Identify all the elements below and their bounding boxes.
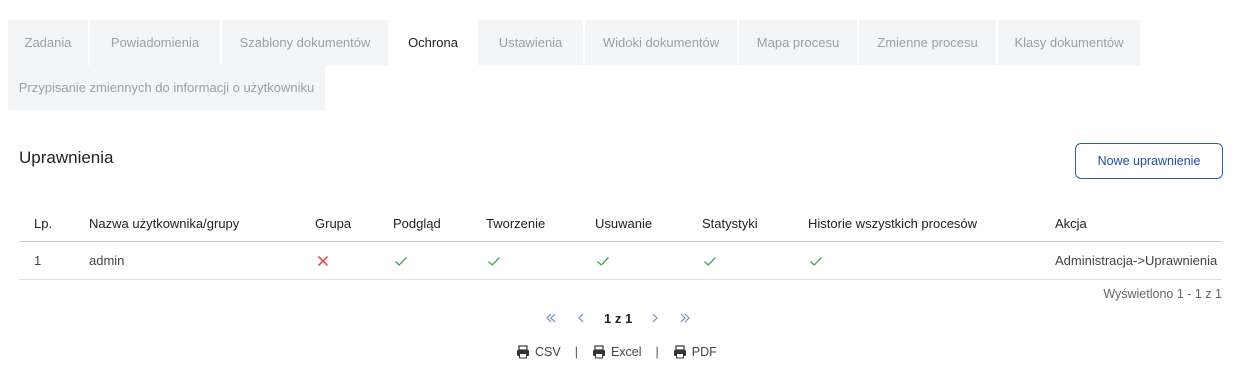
- printer-icon: [517, 345, 529, 359]
- export-pdf-link[interactable]: PDF: [673, 345, 717, 359]
- tab-klasy-dokumentów[interactable]: Klasy dokumentów: [998, 20, 1140, 65]
- printer-icon: [673, 345, 686, 359]
- tworzenie-check-icon: [486, 242, 502, 279]
- chevron-left-icon[interactable]: [570, 311, 592, 325]
- double-chevron-right-icon[interactable]: [674, 311, 696, 325]
- statystyki-check-icon: [702, 242, 718, 279]
- grupa-cross-icon: [315, 242, 331, 279]
- tab-przypisanie-zmiennych-do-informacji-o-użytkowniku[interactable]: Przypisanie zmiennych do informacji o uż…: [8, 65, 325, 110]
- tab-mapa-procesu[interactable]: Mapa procesu: [739, 20, 857, 65]
- export-pdf-label: PDF: [691, 345, 717, 359]
- tab-powiadomienia[interactable]: Powiadomienia: [90, 20, 220, 65]
- cell-akcja: Administracja->Uprawnienia: [1055, 253, 1218, 268]
- section-title: Uprawnienia: [19, 148, 114, 167]
- export-separator: |: [574, 345, 578, 359]
- export-csv-label: CSV: [535, 345, 561, 359]
- header-grupa[interactable]: Grupa: [315, 205, 351, 241]
- permissions-table: Lp. Nazwa użytkownika/grupy Grupa Podglą…: [19, 205, 1222, 280]
- tab-row-1: Zadania Powiadomienia Szablony dokumentów O…: [8, 20, 1144, 65]
- export-excel-label: Excel: [610, 345, 642, 359]
- tab-szablony-dokumentów[interactable]: Szablony dokumentów: [222, 20, 388, 65]
- tab-ustawienia[interactable]: Ustawienia: [478, 20, 583, 65]
- tab-bar: Zadania Powiadomienia Szablony dokumentów O…: [8, 20, 1144, 110]
- table-header: Lp. Nazwa użytkownika/grupy Grupa Podglą…: [19, 205, 1222, 242]
- new-permission-button[interactable]: Nowe uprawnienie: [1075, 143, 1223, 179]
- table-row: 1 admin Administracja->Uprawnienia: [19, 242, 1222, 280]
- header-statystyki[interactable]: Statystyki: [702, 205, 758, 241]
- export-excel-link[interactable]: Excel: [592, 345, 642, 359]
- tab-ochrona[interactable]: Ochrona: [390, 20, 476, 65]
- header-tworzenie[interactable]: Tworzenie: [486, 205, 545, 241]
- header-historie[interactable]: Historie wszystkich procesów: [808, 205, 977, 241]
- podglad-check-icon: [393, 242, 409, 279]
- usuwanie-check-icon: [595, 242, 611, 279]
- results-count: Wyświetlono 1 - 1 z 1: [1103, 287, 1222, 301]
- printer-icon: [592, 345, 605, 359]
- tab-row-2: Przypisanie zmiennych do informacji o uż…: [8, 65, 1144, 110]
- table-body: 1 admin Administracja->Uprawnienia: [19, 242, 1222, 280]
- tab-widoki-dokumentów[interactable]: Widoki dokumentów: [585, 20, 737, 65]
- tab-zadania[interactable]: Zadania: [8, 20, 88, 65]
- historie-check-icon: [808, 242, 824, 279]
- cell-name: admin: [89, 253, 125, 268]
- export-separator: |: [655, 345, 659, 359]
- page-info: 1 z 1: [604, 310, 633, 326]
- header-name[interactable]: Nazwa użytkownika/grupy: [89, 205, 239, 241]
- header-akcja: Akcja: [1055, 215, 1087, 231]
- chevron-right-icon[interactable]: [644, 311, 666, 325]
- header-usuwanie[interactable]: Usuwanie: [595, 205, 652, 241]
- header-podglad[interactable]: Podgląd: [393, 205, 441, 241]
- double-chevron-left-icon[interactable]: [540, 311, 562, 325]
- header-lp[interactable]: Lp.: [34, 205, 52, 241]
- cell-lp: 1: [34, 253, 42, 268]
- tab-zmienne-procesu[interactable]: Zmienne procesu: [859, 20, 996, 65]
- export-links: CSV | Excel | PDF: [516, 345, 717, 359]
- pagination: 1 z 1: [540, 308, 696, 328]
- export-csv-link[interactable]: CSV: [516, 345, 561, 359]
